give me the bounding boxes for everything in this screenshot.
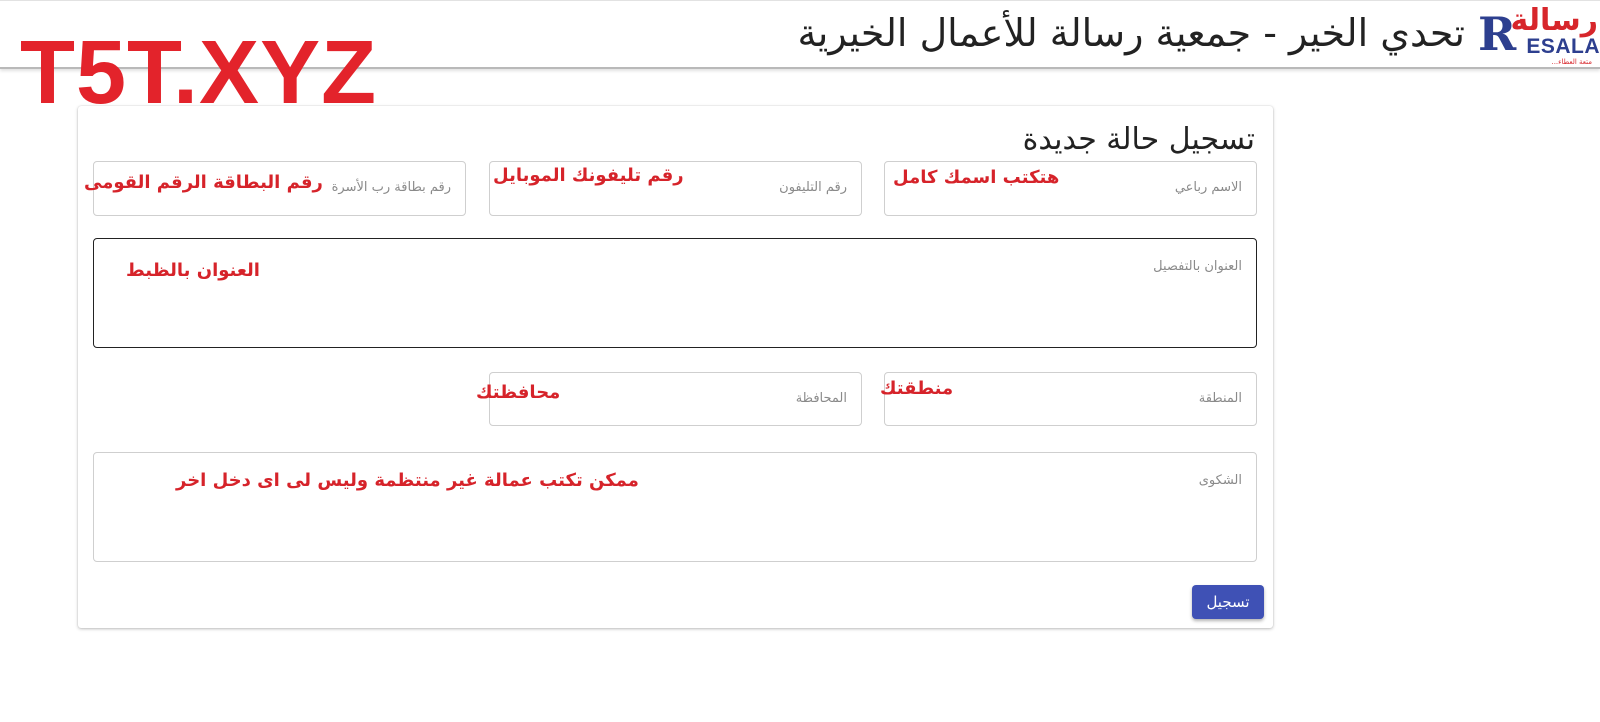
- logo-english-text: ESALA: [1526, 35, 1600, 58]
- submit-button[interactable]: تسجيل: [1192, 585, 1264, 619]
- annotation-address: العنوان بالظبط: [126, 260, 260, 281]
- annotation-phone: رقم تليفونك الموبايل: [493, 165, 684, 186]
- logo-arabic-text: رسالة: [1510, 3, 1599, 38]
- annotation-complaint: ممكن تكتب عمالة غير منتظمة وليس لى اى دخ…: [176, 470, 639, 491]
- annotation-national-id: رقم البطاقة الرقم القومى: [84, 172, 323, 193]
- national-id-placeholder: رقم بطاقة رب الأسرة: [331, 180, 451, 195]
- address-placeholder: العنوان بالتفصيل: [1153, 259, 1242, 274]
- annotation-full-name: هتكتب اسمك كامل: [893, 167, 1060, 188]
- full-name-placeholder: الاسم رباعي: [1174, 180, 1242, 195]
- form-title: تسجيل حالة جديدة: [1022, 122, 1255, 157]
- site-title: تحدي الخير - جمعية رسالة للأعمال الخيرية: [797, 11, 1465, 55]
- page: تحدي الخير - جمعية رسالة للأعمال الخيرية…: [0, 0, 1600, 722]
- annotation-area: منطقتك: [880, 378, 954, 399]
- complaint-textarea[interactable]: الشكوى: [93, 452, 1257, 562]
- address-textarea[interactable]: العنوان بالتفصيل: [93, 238, 1257, 348]
- logo-letter: R: [1478, 7, 1517, 61]
- watermark-text: T5T.XYZ: [20, 23, 378, 123]
- governorate-placeholder: المحافظة: [795, 391, 847, 406]
- logo-tagline: متعة العطاء...: [1551, 58, 1592, 66]
- annotation-governorate: محافظتك: [476, 382, 561, 403]
- resala-logo[interactable]: رسالة R ESALA متعة العطاء...: [1470, 3, 1600, 66]
- complaint-placeholder: الشكوى: [1198, 473, 1242, 488]
- phone-placeholder: رقم التليفون: [779, 180, 847, 195]
- area-placeholder: المنطقة: [1198, 391, 1242, 406]
